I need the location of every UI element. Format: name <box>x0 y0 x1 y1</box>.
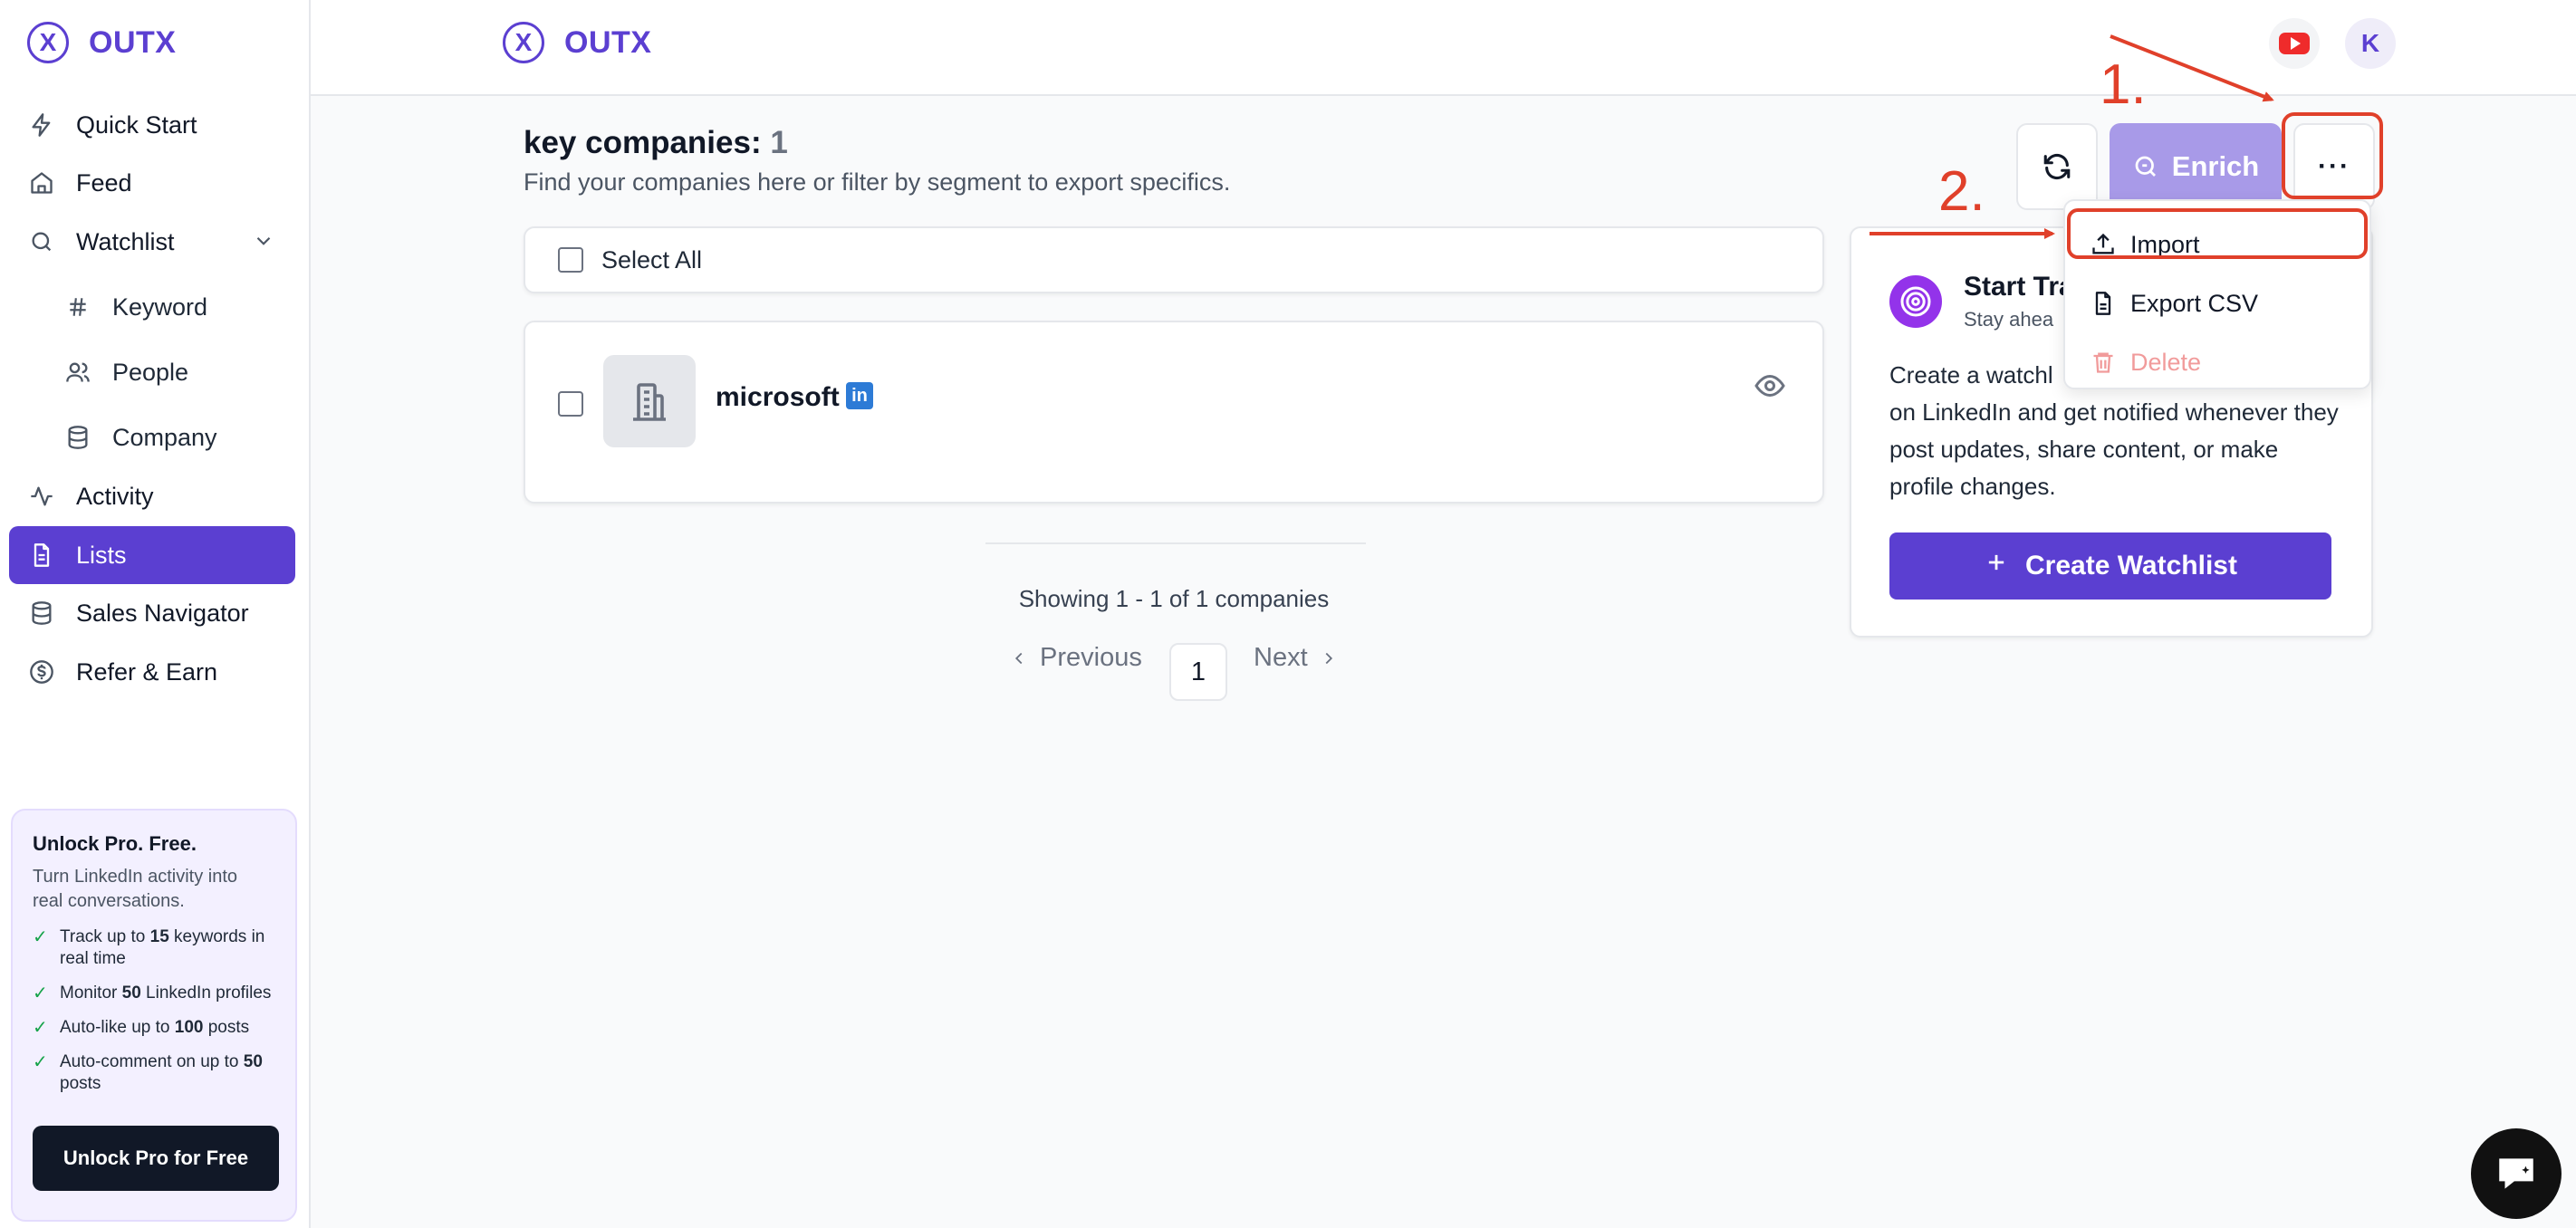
company-name[interactable]: microsoft <box>716 382 840 413</box>
page-subtitle: Find your companies here or filter by se… <box>524 168 1231 196</box>
brand-name: OUTX <box>564 24 652 60</box>
select-all-label: Select All <box>601 245 703 273</box>
sidebar-item-label: Company <box>112 423 217 451</box>
youtube-icon <box>2279 33 2310 54</box>
activity-icon <box>27 482 56 511</box>
chevron-left-icon <box>1014 652 1023 664</box>
sidebar-item-label: Keyword <box>112 293 208 321</box>
sidebar-item-company[interactable]: Company <box>45 408 295 466</box>
pagination-summary: Showing 1 - 1 of 1 companies <box>1018 585 1330 612</box>
chat-icon <box>2499 1158 2533 1189</box>
top-bar: X OUTX K <box>311 0 2576 96</box>
divider <box>985 542 1366 544</box>
annotation-step-1: 1. <box>2100 53 2147 116</box>
create-watchlist-label: Create Watchlist <box>2025 551 2237 580</box>
dollar-icon <box>27 657 56 686</box>
sidebar-item-label: Refer & Earn <box>76 657 218 686</box>
target-icon <box>1889 275 1942 328</box>
enrich-button[interactable]: Enrich <box>2110 123 2282 210</box>
sidebar-item-refer-earn[interactable]: Refer & Earn <box>9 643 295 701</box>
enrich-label: Enrich <box>2171 150 2260 182</box>
promo-feature: ✓ Track up to 15 keywords in real time <box>33 927 265 968</box>
trash-icon <box>2093 352 2113 373</box>
annotation-highlight-import <box>2067 208 2368 259</box>
page-number-button[interactable]: 1 <box>1169 643 1227 701</box>
sidebar-item-feed[interactable]: Feed <box>9 154 295 212</box>
check-icon: ✓ <box>33 983 48 1003</box>
menu-item-label: Export CSV <box>2130 289 2259 317</box>
chevron-down-icon[interactable] <box>252 229 275 259</box>
unlock-pro-button[interactable]: Unlock Pro for Free <box>33 1126 279 1191</box>
sidebar-item-sales-navigator[interactable]: Sales Navigator <box>9 584 295 642</box>
building-icon <box>603 355 696 447</box>
promo-subtitle: Turn LinkedIn activity into real convers… <box>33 867 238 911</box>
create-watchlist-button[interactable]: Create Watchlist <box>1889 532 2331 600</box>
previous-button[interactable]: Previous <box>1009 643 1142 673</box>
sidebar-item-activity[interactable]: Activity <box>9 467 295 525</box>
sidebar-item-label: Sales Navigator <box>76 599 249 627</box>
watchlist-card-subtitle: Stay ahea <box>1964 308 2054 331</box>
previous-label: Previous <box>1040 643 1142 672</box>
refresh-button[interactable] <box>2016 123 2098 210</box>
logo-icon: X <box>27 22 69 63</box>
sidebar-item-watchlist[interactable]: Watchlist <box>9 213 295 271</box>
chevron-right-icon <box>1325 652 1332 664</box>
sidebar-item-quick-start[interactable]: Quick Start <box>9 96 295 154</box>
check-icon: ✓ <box>33 927 48 947</box>
sidebar-item-label: People <box>112 358 189 386</box>
eye-icon[interactable] <box>1754 369 1786 407</box>
page-title: key companies: 1 <box>524 125 788 160</box>
search-icon <box>27 227 56 256</box>
file-icon <box>2095 292 2111 315</box>
company-checkbox[interactable] <box>558 391 583 417</box>
select-all-checkbox[interactable] <box>558 247 583 273</box>
sidebar-item-label: Activity <box>76 482 154 510</box>
refresh-icon <box>2043 153 2071 180</box>
sidebar-item-lists[interactable]: Lists <box>9 526 295 584</box>
watchlist-card-title: Start Tra <box>1964 272 2074 302</box>
sidebar: X OUTX Quick Start Feed Watchlist Keywor… <box>0 0 311 1228</box>
promo-feature: ✓ Monitor 50 LinkedIn profiles <box>33 983 272 1003</box>
header-brand[interactable]: X OUTX <box>503 22 651 63</box>
database-icon <box>63 423 92 452</box>
promo-feature: ✓ Auto-like up to 100 posts <box>33 1018 250 1038</box>
plus-icon <box>1984 550 2009 582</box>
next-button[interactable]: Next <box>1254 643 1339 673</box>
home-icon <box>27 168 56 197</box>
next-label: Next <box>1254 643 1308 672</box>
check-icon: ✓ <box>33 1052 48 1072</box>
users-icon <box>63 358 92 387</box>
avatar[interactable]: K <box>2345 18 2396 69</box>
sidebar-item-label: Lists <box>76 541 127 569</box>
chat-support-button[interactable] <box>2471 1128 2562 1219</box>
promo-feature: ✓ Auto-comment on up to 50 posts <box>33 1052 263 1093</box>
promo-title: Unlock Pro. Free. <box>33 832 197 855</box>
lightning-icon <box>27 110 56 139</box>
select-all-bar: Select All <box>524 226 1824 293</box>
hash-icon <box>63 293 92 321</box>
company-card[interactable]: microsoft in <box>524 321 1824 504</box>
search-sparkle-icon <box>2135 156 2156 177</box>
sidebar-brand[interactable]: X OUTX <box>27 22 176 63</box>
sidebar-item-keyword[interactable]: Keyword <box>45 278 295 336</box>
check-icon: ✓ <box>33 1018 48 1038</box>
sidebar-item-label: Feed <box>76 168 132 197</box>
linkedin-icon[interactable]: in <box>846 382 873 409</box>
sidebar-item-people[interactable]: People <box>45 343 295 401</box>
annotation-step-2: 2. <box>1938 160 1985 223</box>
annotation-highlight-more <box>2282 112 2383 199</box>
menu-item-delete[interactable]: Delete <box>2083 337 2355 388</box>
menu-item-export-csv[interactable]: Export CSV <box>2083 278 2355 329</box>
document-icon <box>27 541 56 570</box>
sidebar-item-label: Watchlist <box>76 227 175 255</box>
sidebar-item-label: Quick Start <box>76 110 197 139</box>
company-count: 1 <box>770 125 788 160</box>
logo-icon: X <box>503 22 544 63</box>
menu-item-label: Delete <box>2130 348 2202 376</box>
pro-promo-card: Unlock Pro. Free. Turn LinkedIn activity… <box>11 809 297 1222</box>
brand-name: OUTX <box>89 24 177 60</box>
youtube-button[interactable] <box>2269 18 2320 69</box>
database-icon <box>27 599 56 628</box>
